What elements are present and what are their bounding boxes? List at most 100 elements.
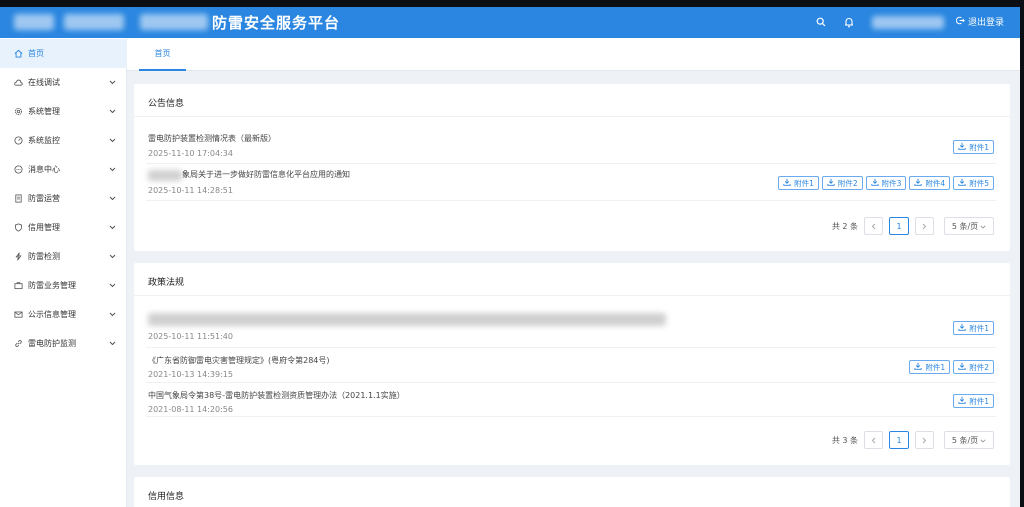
attachment-button[interactable]: 附件1	[909, 360, 951, 374]
notice-date: 2025-11-10 17:04:34	[148, 149, 233, 158]
logout-button[interactable]: 退出登录	[955, 15, 1004, 28]
policy-date: 2021-10-13 14:39:15	[148, 370, 233, 379]
shield-icon	[13, 223, 23, 233]
prev-page-button[interactable]	[864, 217, 883, 235]
search-icon[interactable]	[814, 15, 828, 29]
chevron-down-icon	[108, 311, 116, 319]
chevron-down-icon	[108, 137, 116, 145]
page-size-select[interactable]: 5 条/页	[944, 217, 994, 235]
section-title: 政策法规	[148, 278, 185, 288]
attachment-button[interactable]: 附件2	[953, 360, 994, 374]
attachment-label: 附件4	[925, 178, 946, 188]
total-count: 共 3 条	[831, 435, 858, 445]
attachment-label: 附件3	[881, 178, 902, 188]
sidebar-item-label: 系统监控	[28, 136, 60, 145]
policy-title[interactable]: 《广东省防御雷电灾害管理规定》(粤府令第284号)	[148, 355, 330, 366]
attachment-button[interactable]: 附件1	[778, 176, 819, 190]
chevron-down-icon	[980, 222, 986, 231]
attachment-button[interactable]: 附件3	[865, 176, 907, 190]
cloud-icon	[13, 78, 23, 88]
download-icon	[914, 178, 923, 188]
attachment-list: 附件1 附件2 附件3 附件4 附件5	[778, 176, 994, 190]
chevron-down-icon	[108, 340, 116, 348]
attachment-button[interactable]: 附件5	[953, 176, 994, 190]
app-window: 防雷安全服务平台 退出登录 首页 在线调试 系统管理 系统监控 消息中心 防雷运…	[0, 7, 1020, 507]
attachment-label: 附件2	[837, 178, 858, 188]
attachment-button[interactable]: 附件1	[953, 140, 994, 154]
chevron-down-icon	[980, 436, 986, 445]
credit-card: 信用信息	[134, 477, 1010, 507]
policy-date: 2025-10-11 11:51:40	[148, 332, 233, 341]
divider	[134, 295, 1010, 296]
sidebar-item-lightning-business[interactable]: 防雷业务管理	[0, 271, 127, 300]
redacted-user	[872, 16, 944, 29]
page-size-select[interactable]: 5 条/页	[944, 431, 994, 449]
download-icon	[958, 142, 966, 152]
sidebar-item-credit-management[interactable]: 信用管理	[0, 213, 127, 242]
sidebar-item-label: 雷电防护监测	[28, 339, 76, 348]
attachment-button[interactable]: 附件1	[953, 321, 994, 335]
bell-icon[interactable]	[842, 15, 856, 29]
page-number[interactable]: 1	[889, 217, 909, 235]
app-title: 防雷安全服务平台	[212, 14, 341, 32]
redacted-title	[148, 313, 666, 326]
download-icon	[827, 178, 835, 188]
chevron-down-icon	[108, 79, 116, 87]
sidebar-item-label: 防雷运营	[28, 194, 60, 203]
attachment-label: 附件1	[969, 323, 989, 333]
tab-home[interactable]: 首页	[139, 38, 186, 71]
download-icon	[958, 396, 966, 406]
download-icon	[871, 178, 879, 188]
section-title: 公告信息	[148, 99, 185, 109]
sidebar-item-label: 首页	[28, 49, 44, 58]
sidebar-item-home[interactable]: 首页	[0, 39, 127, 68]
sidebar-item-label: 消息中心	[28, 165, 60, 174]
page-size-label: 5 条/页	[951, 221, 979, 231]
sidebar-item-label: 防雷检测	[28, 252, 60, 261]
list-item: 象局关于进一步做好防雷信息化平台应用的通知 2025-10-11 14:28:5…	[146, 164, 996, 201]
attachment-list: 附件1	[953, 321, 994, 335]
attachment-list: 附件1	[953, 140, 994, 154]
chevron-down-icon	[108, 108, 116, 116]
prev-page-button[interactable]	[864, 431, 883, 449]
divider	[134, 116, 1010, 117]
next-page-button[interactable]	[915, 431, 934, 449]
document-icon	[13, 194, 23, 204]
sidebar-item-message-center[interactable]: 消息中心	[0, 155, 127, 184]
sidebar-item-lightning-operations[interactable]: 防雷运营	[0, 184, 127, 213]
policy-title[interactable]: 中国气象局令第38号-雷电防护装置检测资质管理办法（2021.1.1实施）	[148, 390, 405, 401]
briefcase-icon	[13, 281, 23, 291]
tab-bar: 首页	[127, 38, 1020, 71]
sidebar-item-label: 信用管理	[28, 223, 60, 232]
attachment-button[interactable]: 附件4	[909, 176, 951, 190]
attachment-button[interactable]: 附件2	[821, 176, 863, 190]
attachment-label: 附件2	[969, 362, 989, 372]
sidebar-item-public-info[interactable]: 公示信息管理	[0, 300, 127, 329]
sidebar-item-lightning-inspection[interactable]: 防雷检测	[0, 242, 127, 271]
download-icon	[783, 178, 791, 188]
mail-icon	[13, 310, 23, 320]
attachment-label: 附件1	[969, 142, 989, 152]
chevron-down-icon	[108, 224, 116, 232]
sidebar-item-system-management[interactable]: 系统管理	[0, 97, 127, 126]
attachment-label: 附件1	[925, 362, 946, 372]
sidebar-item-online-debug[interactable]: 在线调试	[0, 68, 127, 97]
sidebar-item-label: 公示信息管理	[28, 310, 76, 319]
notice-title[interactable]: 象局关于进一步做好防雷信息化平台应用的通知	[182, 169, 350, 180]
sidebar-item-lightning-monitoring[interactable]: 雷电防护监测	[0, 329, 127, 358]
page-number[interactable]: 1	[889, 431, 909, 449]
redacted-org-2	[140, 14, 208, 30]
list-item: 2025-10-11 11:51:40 附件1	[146, 310, 996, 348]
lightning-icon	[13, 252, 23, 262]
notice-title[interactable]: 雷电防护装置检测情况表（最新版）	[148, 133, 276, 144]
attachment-list: 附件1	[953, 394, 994, 408]
sidebar-item-label: 系统管理	[28, 107, 60, 116]
sidebar-item-system-monitor[interactable]: 系统监控	[0, 126, 127, 155]
next-page-button[interactable]	[915, 217, 934, 235]
attachment-button[interactable]: 附件1	[953, 394, 994, 408]
pagination: 共 2 条 1 5 条/页	[832, 217, 994, 235]
redacted-org	[64, 14, 124, 30]
chevron-down-icon	[108, 282, 116, 290]
chat-icon	[13, 165, 23, 175]
list-item: 雷电防护装置检测情况表（最新版） 2025-11-10 17:04:34 附件1	[146, 128, 996, 164]
